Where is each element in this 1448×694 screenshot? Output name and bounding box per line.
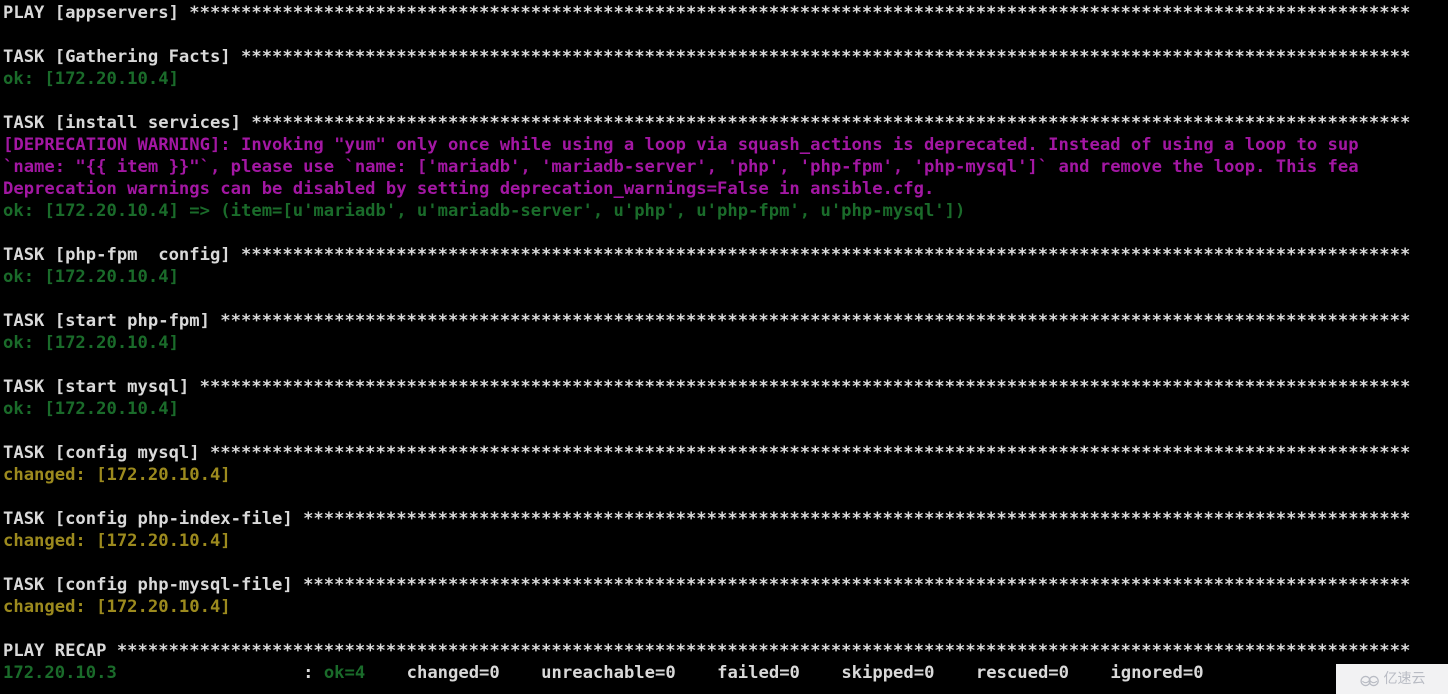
recap-pad3 <box>365 663 406 683</box>
terminal-line: changed: [172.20.10.4] <box>3 531 231 551</box>
terminal-line: changed: [172.20.10.4] <box>3 465 231 485</box>
terminal-line-list: PLAY [appservers] **********************… <box>0 2 1448 662</box>
recap-pad5 <box>676 663 717 683</box>
recap-pad7 <box>934 663 975 683</box>
recap-changed: changed=0 <box>406 663 500 683</box>
watermark: 亿速云 <box>1336 664 1448 694</box>
terminal-line: TASK [Gathering Facts] *****************… <box>3 47 1411 67</box>
recap-pad6 <box>800 663 841 683</box>
recap-unreachable: unreachable=0 <box>541 663 676 683</box>
terminal-line: ok: [172.20.10.4] <box>3 69 179 89</box>
terminal-line: ok: [172.20.10.4] <box>3 333 179 353</box>
terminal-line: Deprecation warnings can be disabled by … <box>3 179 935 199</box>
terminal-line: ok: [172.20.10.4] => (item=[u'mariadb', … <box>3 201 966 221</box>
recap-pad8 <box>1069 663 1110 683</box>
terminal-line: TASK [start php-fpm] *******************… <box>3 311 1411 331</box>
recap-skipped: skipped=0 <box>841 663 935 683</box>
terminal-line: ok: [172.20.10.4] <box>3 399 179 419</box>
recap-pad4 <box>500 663 541 683</box>
play-recap-row: 172.20.10.3 : ok=4 changed=0 unreachable… <box>0 662 1448 684</box>
watermark-text: 亿速云 <box>1383 671 1426 687</box>
recap-host: 172.20.10.3 <box>3 663 117 683</box>
terminal-line: TASK [config php-index-file] ***********… <box>3 509 1411 529</box>
terminal-line: PLAY RECAP *****************************… <box>3 641 1411 661</box>
terminal-output[interactable]: PLAY [appservers] **********************… <box>0 0 1448 694</box>
terminal-line: [DEPRECATION WARNING]: Invoking "yum" on… <box>3 135 1359 155</box>
recap-ok: ok=4 <box>323 663 366 683</box>
terminal-line: ok: [172.20.10.4] <box>3 267 179 287</box>
recap-ignored: ignored=0 <box>1110 663 1204 683</box>
terminal-line: TASK [start mysql] *********************… <box>3 377 1411 397</box>
recap-pad1 <box>117 663 303 683</box>
terminal-line: TASK [config mysql] ********************… <box>3 443 1411 463</box>
cloud-icon <box>1359 672 1381 687</box>
terminal-line: TASK [install services] ****************… <box>3 113 1411 133</box>
recap-pad2 <box>313 663 323 683</box>
terminal-line: TASK [php-fpm config] ******************… <box>3 245 1411 265</box>
recap-failed: failed=0 <box>717 663 800 683</box>
terminal-line: PLAY [appservers] **********************… <box>3 3 1411 23</box>
terminal-line: `name: "{{ item }}"`, please use `name: … <box>3 157 1359 177</box>
terminal-line: changed: [172.20.10.4] <box>3 597 231 617</box>
terminal-line: TASK [config php-mysql-file] ***********… <box>3 575 1411 595</box>
recap-separator: : <box>303 663 314 683</box>
recap-rescued: rescued=0 <box>975 663 1069 683</box>
